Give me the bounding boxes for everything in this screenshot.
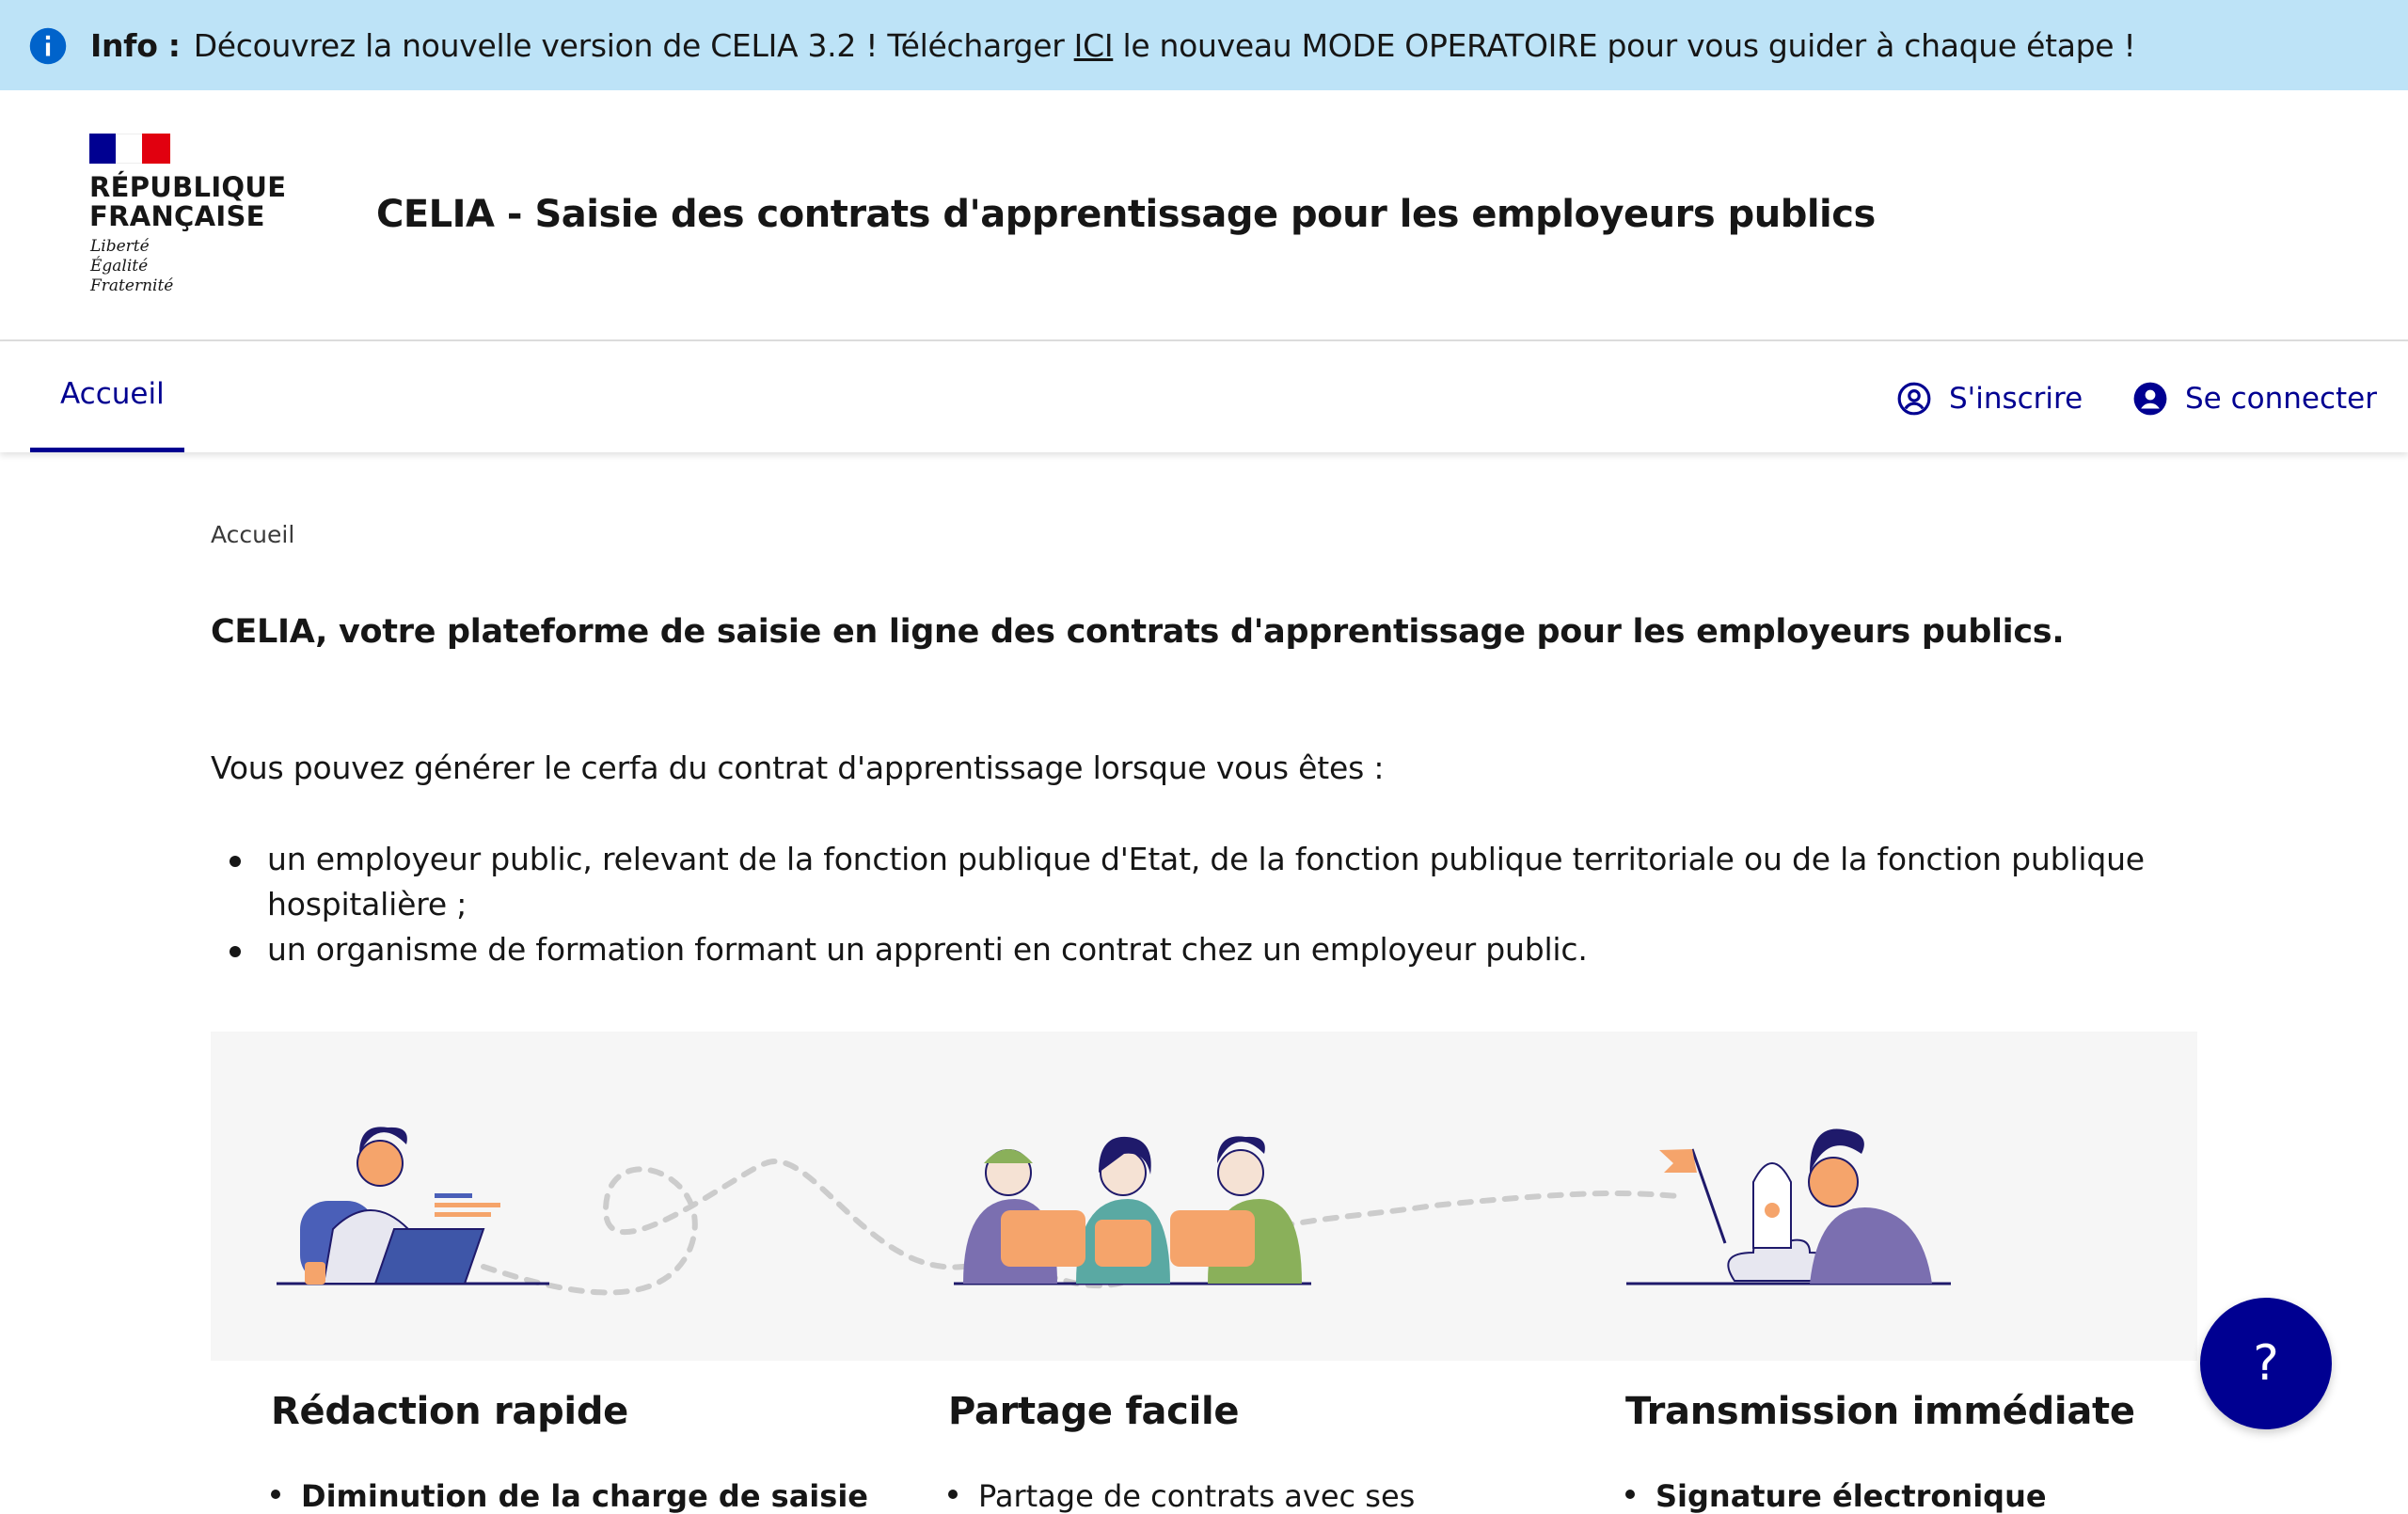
help-button[interactable]: ? bbox=[2200, 1298, 2332, 1429]
feature-title-redaction: Rédaction rapide bbox=[271, 1390, 629, 1433]
banner-text-after: le nouveau MODE OPERATOIRE pour vous gui… bbox=[1113, 27, 2136, 64]
login-label: Se connecter bbox=[2185, 382, 2377, 416]
main-navigation: Accueil S'inscrire Se connecter bbox=[0, 341, 2408, 452]
logo-motto: Liberté Égalité Fraternité bbox=[90, 237, 173, 296]
intro-text: Vous pouvez générer le cerfa du contrat … bbox=[211, 749, 1385, 786]
register-label: S'inscrire bbox=[1949, 382, 2083, 416]
motto-fraternite: Fraternité bbox=[90, 276, 174, 295]
banner-download-link[interactable]: ICI bbox=[1074, 27, 1114, 64]
user-circle-filled-icon bbox=[2133, 382, 2167, 416]
list-item: Partage de contrats avec ses bbox=[944, 1478, 1415, 1514]
feature-title-transmission: Transmission immédiate bbox=[1625, 1390, 2135, 1433]
breadcrumb[interactable]: Accueil bbox=[211, 521, 294, 548]
feature-title-partage: Partage facile bbox=[948, 1390, 1240, 1433]
logo-line-2: FRANÇAISE bbox=[89, 200, 265, 232]
banner-text: Info : Découvrez la nouvelle version de C… bbox=[90, 26, 2136, 66]
active-tab-indicator bbox=[30, 448, 184, 452]
list-item: un employeur public, relevant de la fonc… bbox=[211, 837, 2167, 927]
info-banner: Info : Découvrez la nouvelle version de C… bbox=[0, 0, 2408, 90]
banner-text-before: Découvrez la nouvelle version de CELIA 3… bbox=[193, 27, 1074, 64]
marianne-flag-logo[interactable] bbox=[89, 134, 170, 164]
list-item: Signature électronique bbox=[1622, 1478, 2047, 1514]
logo-line-1: RÉPUBLIQUE bbox=[89, 171, 287, 203]
list-item: un organisme de formation formant un app… bbox=[211, 927, 2167, 972]
list-item: Diminution de la charge de saisie bbox=[267, 1478, 868, 1514]
feature-list-transmission: Signature électronique bbox=[1622, 1478, 2047, 1514]
illustration-artwork bbox=[277, 1127, 1951, 1296]
user-circle-outline-icon bbox=[1897, 382, 1931, 416]
republique-francaise-logo[interactable]: RÉPUBLIQUE FRANÇAISE bbox=[89, 173, 286, 231]
nav-tab-accueil-label: Accueil bbox=[60, 377, 165, 411]
banner-label: Info : bbox=[90, 27, 181, 64]
info-icon bbox=[29, 27, 67, 65]
features-illustration bbox=[211, 1032, 2197, 1361]
eligibility-list: un employeur public, relevant de la fonc… bbox=[211, 837, 2167, 972]
feature-list-redaction: Diminution de la charge de saisie bbox=[267, 1478, 868, 1514]
motto-egalite: Égalité bbox=[90, 257, 149, 276]
site-title[interactable]: CELIA - Saisie des contrats d'apprentiss… bbox=[376, 193, 1876, 236]
rocket-launch-illustration bbox=[1626, 1128, 1951, 1285]
person-laptop-illustration bbox=[277, 1127, 549, 1285]
page-lead: CELIA, votre plateforme de saisie en lig… bbox=[211, 613, 2065, 651]
login-link[interactable]: Se connecter bbox=[2132, 381, 2377, 417]
motto-liberte: Liberté bbox=[90, 237, 150, 256]
register-link[interactable]: S'inscrire bbox=[1896, 381, 2083, 417]
team-puzzle-illustration bbox=[954, 1136, 1311, 1285]
feature-list-partage: Partage de contrats avec ses bbox=[944, 1478, 1415, 1514]
nav-tab-accueil[interactable]: Accueil bbox=[30, 341, 184, 452]
